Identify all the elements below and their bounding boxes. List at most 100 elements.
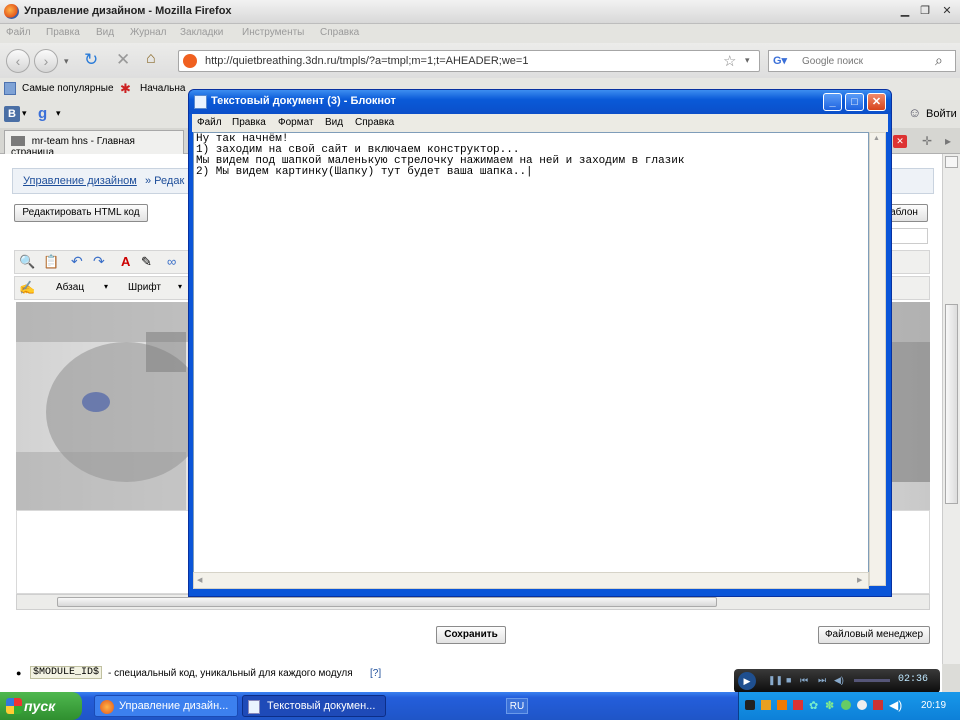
np-menu-edit[interactable]: Правка [232,117,266,128]
minimize-icon[interactable]: ▁ [896,3,914,19]
menu-view[interactable]: Вид [96,27,114,38]
prev-icon[interactable]: ⏮ [800,675,808,686]
font-dropdown[interactable]: Шрифт ▾ [116,280,188,296]
search-input[interactable]: G▾ Google поиск ⌕ [768,50,956,72]
save-button[interactable]: Сохранить [436,626,506,644]
pause-icon[interactable]: ❚❚ [768,675,783,686]
volume-slider[interactable] [854,679,890,682]
text-color-icon[interactable]: A [121,254,130,269]
next-icon[interactable]: ⏭ [818,675,826,686]
np-menu-help[interactable]: Справка [355,117,394,128]
task-label: Текстовый докумен... [267,700,376,712]
bookmark-star-icon[interactable]: ☆ [723,52,736,70]
stop-icon[interactable]: ✕ [116,50,130,70]
paw-icon: ✱ [120,81,131,96]
undo-icon[interactable]: ↶ [71,253,83,270]
edit-icon[interactable]: ✍ [19,280,35,296]
google-icon[interactable]: G▾ [773,54,789,68]
tab-main[interactable]: mr-team hns - Главная страница [4,130,184,158]
scroll-thumb[interactable] [945,304,958,504]
stop-icon[interactable]: ■ [786,675,791,685]
tray-app-icon[interactable]: ✽ [825,699,834,712]
page-scrollbar[interactable] [942,154,960,664]
start-button[interactable]: пуск [0,692,82,720]
find-icon[interactable]: 🔍 [19,254,35,270]
menu-help[interactable]: Справка [320,27,359,38]
tray-app-icon[interactable] [745,700,755,710]
player-logo-icon[interactable]: ▶ [738,672,756,690]
edit-html-button[interactable]: Редактировать HTML код [14,204,148,222]
breadcrumb-link[interactable]: Управление дизайном [23,175,137,187]
bookmark-most-visited[interactable]: Самые популярные [22,83,114,94]
system-tray: ✿ ✽ ◀) 20:19 [738,692,960,720]
notepad-titlebar[interactable]: Текстовый документ (3) - Блокнот _ □ ✕ [189,90,891,114]
close-icon[interactable]: ✕ [867,93,886,111]
bookmark-start[interactable]: Начальна [140,83,185,94]
menu-file[interactable]: Файл [6,27,31,38]
vk-dropdown-icon[interactable]: ▾ [22,108,27,119]
login-link[interactable]: Войти [926,108,957,120]
browser-menubar: Файл Правка Вид Журнал Закладки Инструме… [0,24,960,43]
np-menu-file[interactable]: Файл [197,117,222,128]
volume-icon[interactable]: ◀) [834,675,844,686]
user-icon: ☺ [908,105,922,120]
volume-icon[interactable]: ◀) [889,698,902,712]
vk-icon[interactable]: В [4,106,20,122]
redo-icon[interactable]: ↷ [93,253,105,270]
menu-tools[interactable]: Инструменты [242,27,304,38]
task-notepad[interactable]: Текстовый докумен... [242,695,386,717]
hscroll-thumb[interactable] [57,597,717,607]
notepad-text-area[interactable]: Ну так начнём! 1) заходим на свой сайт и … [193,132,869,586]
module-help-link[interactable]: [?] [370,668,381,679]
tray-app-icon[interactable] [793,700,803,710]
notepad-icon [194,95,207,109]
task-firefox[interactable]: Управление дизайн... [94,695,238,717]
tab-scroll-icon[interactable]: ▸ [945,134,951,148]
maximize-icon[interactable]: ❐ [916,3,934,19]
tab-favicon-icon [11,136,25,147]
format-dropdown[interactable]: Абзац ▾ [42,280,114,296]
google-dropdown-icon[interactable]: ▾ [56,108,61,119]
file-manager-button[interactable]: Файловый менеджер [818,626,930,644]
close-icon[interactable]: ✕ [938,3,956,19]
menu-history[interactable]: Журнал [130,27,167,38]
history-dropdown-icon[interactable]: ▾ [64,56,69,67]
notepad-hscrollbar[interactable]: ◀ ▶ [193,572,869,589]
language-indicator[interactable]: RU [506,698,528,714]
reload-icon[interactable]: ↻ [84,50,98,70]
scroll-right-icon[interactable]: ▶ [857,576,862,584]
tray-app-icon[interactable] [857,700,867,710]
chevron-down-icon: ▾ [178,282,183,291]
tray-app-icon[interactable] [761,700,771,710]
tray-app-icon[interactable] [841,700,851,710]
link-icon[interactable]: ∞ [167,254,176,269]
scroll-left-icon[interactable]: ◀ [197,576,202,584]
np-menu-format[interactable]: Формат [278,117,314,128]
close-tab-icon[interactable]: ✕ [893,135,907,148]
paste-icon[interactable]: 📋 [43,254,59,270]
bookmark-icon [4,82,16,95]
menu-bookmarks[interactable]: Закладки [180,27,223,38]
tray-app-icon[interactable]: ✿ [809,699,818,712]
url-input[interactable]: http://quietbreathing.3dn.ru/tmpls/?a=tm… [178,50,760,72]
tray-app-icon[interactable] [873,700,883,710]
scroll-up-icon[interactable]: ▲ [873,135,880,142]
google-toolbar-icon[interactable]: g [38,105,47,122]
home-icon[interactable]: ⌂ [146,50,156,68]
tray-app-icon[interactable] [777,700,787,710]
tab-list-icon[interactable]: ✛ [922,134,932,148]
forward-icon[interactable]: › [34,49,58,73]
url-dropdown-icon[interactable]: ▾ [745,55,750,66]
minimize-icon[interactable]: _ [823,93,842,111]
highlight-icon[interactable]: ✎ [141,254,152,270]
menu-edit[interactable]: Правка [46,27,80,38]
notepad-vscrollbar[interactable]: ▲ [869,132,886,586]
format-dropdown-label: Абзац [56,282,85,293]
back-icon[interactable]: ‹ [6,49,30,73]
maximize-icon[interactable]: □ [845,93,864,111]
np-menu-view[interactable]: Вид [325,117,343,128]
site-favicon [183,54,197,68]
scroll-up-icon[interactable] [945,156,958,168]
search-icon[interactable]: ⌕ [935,52,943,69]
search-placeholder: Google поиск [802,56,863,67]
